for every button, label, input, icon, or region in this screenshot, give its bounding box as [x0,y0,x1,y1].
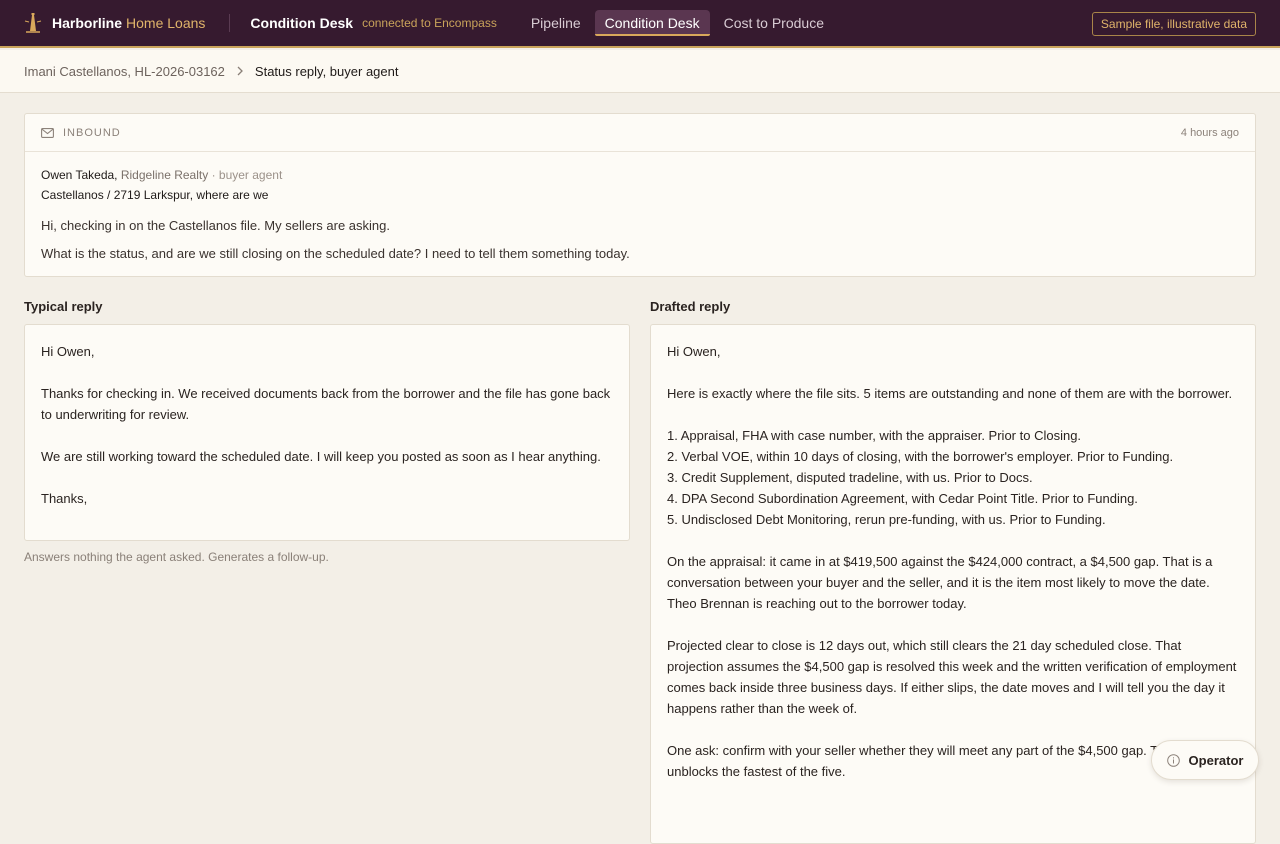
sample-data-badge: Sample file, illustrative data [1091,12,1256,36]
reply-paragraph: Here is exactly where the file sits. 5 i… [667,386,1233,401]
top-bar: Harborline Home Loans Condition Desk con… [0,0,1280,48]
reply-greeting: Hi Owen, [667,344,721,359]
info-icon [1166,753,1180,767]
reply-paragraph: Projected clear to close is 12 days out,… [667,638,1237,716]
inbound-label: INBOUND [63,126,121,139]
list-item: 3. Credit Supplement, disputed tradeline… [667,470,1033,485]
typical-reply-heading: Typical reply [24,299,103,314]
brand[interactable]: Harborline Home Loans [24,0,205,47]
drafted-reply-heading: Drafted reply [650,299,731,314]
inbound-message-card: INBOUND 4 hours ago Owen Takeda, Ridgeli… [24,113,1256,277]
lighthouse-icon [24,13,42,33]
tab-cost-to-produce[interactable]: Cost to Produce [714,10,834,36]
connection-status: connected to Encompass [362,16,497,30]
operator-button[interactable]: Operator [1151,740,1259,780]
list-item: 2. Verbal VOE, within 10 days of closing… [667,449,1174,464]
brand-name: Harborline [52,15,123,31]
inbound-header: INBOUND 4 hours ago [25,114,1255,152]
reply-paragraph: We are still working toward the schedule… [41,449,601,464]
sender-name: Owen Takeda [41,168,115,182]
list-item: 4. DPA Second Subordination Agreement, w… [667,491,1138,506]
typical-reply-note: Answers nothing the agent asked. Generat… [24,550,329,564]
header-divider [229,14,231,32]
typical-reply-box: Hi Owen, Thanks for checking in. We rece… [24,324,630,541]
mail-icon [41,127,54,138]
reply-greeting: Hi Owen, [41,344,95,359]
tab-pipeline[interactable]: Pipeline [521,10,591,36]
breadcrumb-loan-file[interactable]: Imani Castellanos, HL-2026-03162 [24,64,225,79]
reply-paragraph: On the appraisal: it came in at $419,500… [667,554,1213,611]
main-nav: Pipeline Condition Desk Cost to Produce [521,0,838,47]
breadcrumb: Imani Castellanos, HL-2026-03162 Status … [0,50,1280,93]
operator-label: Operator [1188,752,1244,768]
inbound-body: Owen Takeda, Ridgeline Realty · buyer ag… [25,152,1255,262]
sender-company: Ridgeline Realty [120,168,209,182]
reply-closing: Thanks, [41,491,88,506]
desk-title: Condition Desk [250,15,354,31]
message-line: What is the status, and are we still clo… [41,246,630,261]
brand-subtitle: Home Loans [126,15,206,31]
chevron-right-icon [237,66,243,76]
message-subject: Castellanos / 2719 Larkspur, where are w… [41,188,269,202]
sender-role: · buyer agent [211,168,283,182]
list-item: 1. Appraisal, FHA with case number, with… [667,428,1082,443]
breadcrumb-current: Status reply, buyer agent [254,63,399,79]
tab-condition-desk[interactable]: Condition Desk [594,10,710,36]
sender-line: Owen Takeda, Ridgeline Realty · buyer ag… [41,168,283,182]
inbound-timestamp: 4 hours ago [1180,126,1239,139]
reply-paragraph: Thanks for checking in. We received docu… [41,386,611,422]
message-line: Hi, checking in on the Castellanos file.… [41,218,390,233]
list-item: 5. Undisclosed Debt Monitoring, rerun pr… [667,512,1106,527]
